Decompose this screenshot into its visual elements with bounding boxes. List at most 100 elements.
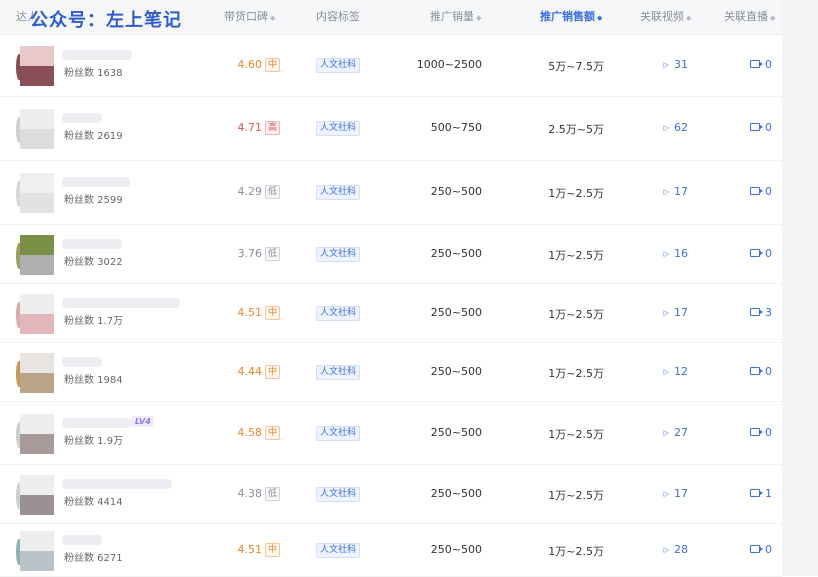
header-volume[interactable]: 推广销量 ◆ [430, 0, 481, 34]
talent-name[interactable] [62, 113, 102, 123]
score-cell: 4.71 高 [224, 121, 280, 135]
sort-icon[interactable]: ◆ [686, 14, 691, 22]
header-sales[interactable]: 推广销售额 ◆ [540, 0, 602, 34]
camera-icon [750, 308, 763, 316]
talent-name[interactable] [62, 479, 172, 489]
score-value: 4.38 [237, 487, 262, 500]
play-icon: ▷ [663, 188, 669, 196]
score-value: 4.29 [237, 185, 262, 198]
header-video[interactable]: 关联视频 ◆ [640, 0, 691, 34]
score-cell: 3.76 低 [224, 247, 280, 261]
sales-amount: 1万~2.5万 [548, 428, 604, 441]
related-lives[interactable]: 0 [738, 185, 772, 198]
related-lives[interactable]: 1 [738, 487, 772, 500]
related-lives[interactable]: 0 [738, 247, 772, 260]
talent-name[interactable] [62, 418, 132, 428]
avatar[interactable] [16, 109, 54, 149]
camera-icon [750, 367, 763, 375]
camera-icon [750, 187, 763, 195]
talent-name[interactable] [62, 535, 102, 545]
live-count: 0 [765, 121, 772, 134]
header-live-label: 关联直播 [724, 10, 768, 23]
content-tag: 人文社科 [316, 365, 361, 380]
related-lives[interactable]: 0 [738, 58, 772, 71]
sort-icon[interactable]: ◆ [270, 14, 275, 22]
camera-icon [750, 545, 763, 553]
score-cell: 4.60 中 [224, 58, 280, 72]
score-level-badge: 低 [264, 185, 280, 199]
sort-icon[interactable]: ◆ [597, 14, 602, 22]
header-score[interactable]: 带货口碑 ◆ [224, 0, 275, 34]
score-level-badge: 低 [264, 487, 280, 501]
related-videos[interactable]: ▷ 27 [650, 426, 688, 439]
table-row[interactable]: 粉丝数 2619 4.71 高 人文社科 500~750 2.5万~5万 ▷ 62 … [0, 96, 782, 161]
score-value: 4.71 [237, 121, 262, 134]
related-lives[interactable]: 3 [738, 306, 772, 319]
sales-amount: 1万~2.5万 [548, 545, 604, 558]
avatar[interactable] [16, 353, 54, 393]
related-videos[interactable]: ▷ 12 [650, 365, 688, 378]
sales-volume: 250~500 [430, 247, 482, 260]
related-videos[interactable]: ▷ 16 [650, 247, 688, 260]
play-icon: ▷ [663, 368, 669, 376]
play-icon: ▷ [663, 61, 669, 69]
related-videos[interactable]: ▷ 28 [650, 543, 688, 556]
table-row[interactable]: 粉丝数 6271 4.51 中 人文社科 250~500 1万~2.5万 ▷ 28 … [0, 523, 782, 577]
sales-amount: 2.5万~5万 [548, 123, 604, 136]
sales-amount: 1万~2.5万 [548, 367, 604, 380]
related-lives[interactable]: 0 [738, 426, 772, 439]
score-cell: 4.29 低 [224, 185, 280, 199]
table-row[interactable]: 粉丝数 4414 4.38 低 人文社科 250~500 1万~2.5万 ▷ 17 … [0, 464, 782, 524]
fans-count: 粉丝数 2619 [64, 131, 123, 142]
table-row[interactable]: 粉丝数 1638 4.60 中 人文社科 1000~2500 5万~7.5万 ▷ 3… [0, 34, 782, 97]
talent-name[interactable] [62, 177, 130, 187]
play-icon: ▷ [663, 124, 669, 132]
live-count: 0 [765, 185, 772, 198]
related-lives[interactable]: 0 [738, 365, 772, 378]
fans-count: 粉丝数 1984 [64, 375, 123, 386]
scroll-track[interactable] [782, 0, 818, 576]
related-videos[interactable]: ▷ 17 [650, 185, 688, 198]
table-row[interactable]: 粉丝数 1984 4.44 中 人文社科 250~500 1万~2.5万 ▷ 12 … [0, 342, 782, 402]
related-videos[interactable]: ▷ 62 [650, 121, 688, 134]
fans-count: 粉丝数 3022 [64, 257, 123, 268]
related-lives[interactable]: 0 [738, 543, 772, 556]
sales-volume: 250~500 [430, 185, 482, 198]
related-videos[interactable]: ▷ 31 [650, 58, 688, 71]
score-level-badge: 中 [264, 543, 280, 557]
avatar[interactable] [16, 414, 54, 454]
video-count: 17 [674, 487, 688, 500]
score-level-badge: 高 [264, 121, 280, 135]
play-icon: ▷ [663, 250, 669, 258]
video-count: 17 [674, 306, 688, 319]
avatar[interactable] [16, 531, 54, 571]
avatar[interactable] [16, 173, 54, 213]
avatar[interactable] [16, 235, 54, 275]
table-row[interactable]: 粉丝数 2599 4.29 低 人文社科 250~500 1万~2.5万 ▷ 17 … [0, 160, 782, 225]
live-count: 0 [765, 58, 772, 71]
related-videos[interactable]: ▷ 17 [650, 306, 688, 319]
related-lives[interactable]: 0 [738, 121, 772, 134]
sort-icon[interactable]: ◆ [476, 14, 481, 22]
talent-name[interactable] [62, 239, 122, 249]
video-count: 28 [674, 543, 688, 556]
avatar[interactable] [16, 475, 54, 515]
score-cell: 4.58 中 [224, 426, 280, 440]
table-row[interactable]: 粉丝数 1.7万 4.51 中 人文社科 250~500 1万~2.5万 ▷ 17 … [0, 283, 782, 343]
sort-icon[interactable]: ◆ [770, 14, 775, 22]
avatar[interactable] [16, 46, 54, 86]
score-cell: 4.38 低 [224, 487, 280, 501]
related-videos[interactable]: ▷ 17 [650, 487, 688, 500]
table-row[interactable]: LV4 粉丝数 1.9万 4.58 中 人文社科 250~500 1万~2.5万 … [0, 401, 782, 465]
talent-name[interactable] [62, 357, 102, 367]
score-value: 4.51 [237, 306, 262, 319]
talent-name[interactable] [62, 50, 132, 60]
avatar[interactable] [16, 294, 54, 334]
talent-name[interactable] [62, 298, 180, 308]
header-live[interactable]: 关联直播 ◆ [724, 0, 775, 34]
content-tag: 人文社科 [316, 247, 361, 262]
score-level-badge: 中 [264, 58, 280, 72]
sales-amount: 5万~7.5万 [548, 60, 604, 73]
score-value: 4.58 [237, 426, 262, 439]
table-row[interactable]: 粉丝数 3022 3.76 低 人文社科 250~500 1万~2.5万 ▷ 16 … [0, 224, 782, 284]
